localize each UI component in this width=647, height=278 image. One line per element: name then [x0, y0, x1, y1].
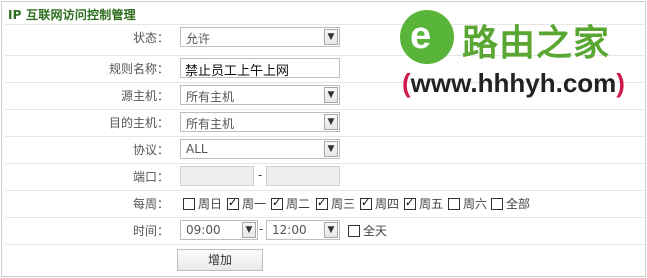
time-separator: - — [259, 222, 264, 236]
dest-host-label: 目的主机： — [108, 116, 169, 130]
watermark-logo: e 路由之家 (www.hhhyh.com) — [400, 10, 645, 105]
weekday-option[interactable]: 周日 — [183, 195, 222, 212]
rule-name-label: 规则名称： — [108, 62, 169, 76]
allday-label: 全天 — [363, 224, 388, 238]
time-start-value: 09:00 — [186, 223, 221, 237]
weekday-label: 周四 — [375, 197, 400, 211]
chevron-down-icon[interactable]: ▼ — [324, 141, 338, 157]
paren-close: ) — [616, 68, 625, 98]
weekday-option[interactable]: 周六 — [448, 195, 487, 212]
chevron-down-icon[interactable]: ▼ — [324, 222, 338, 238]
chevron-down-icon[interactable]: ▼ — [324, 87, 338, 103]
weekday-checkbox[interactable] — [491, 198, 503, 210]
weekday-label: 周日 — [198, 197, 223, 211]
source-host-label: 源主机： — [120, 89, 169, 103]
weekday-option[interactable]: 周一 — [227, 195, 266, 212]
chevron-down-icon[interactable]: ▼ — [242, 222, 256, 238]
time-label: 时间： — [132, 224, 169, 238]
row-protocol: 协议： ALL ▼ — [5, 136, 645, 160]
weekday-label: 周三 — [331, 197, 356, 211]
weekday-checkbox[interactable] — [404, 196, 416, 210]
row-actions: 增加 — [5, 244, 645, 276]
port-label: 端口： — [132, 170, 169, 184]
watermark-url: (www.hhhyh.com) — [402, 68, 625, 99]
dest-host-select[interactable]: 所有主机 ▼ — [180, 112, 340, 132]
week-label: 每周： — [132, 197, 169, 211]
time-end-value: 12:00 — [272, 223, 307, 237]
panel-title: IP 互联网访问控制管理 — [8, 8, 136, 22]
source-host-value: 所有主机 — [186, 90, 235, 104]
row-port: 端口： - — [5, 163, 645, 187]
source-host-select[interactable]: 所有主机 ▼ — [180, 85, 340, 105]
time-end-select[interactable]: 12:00 ▼ — [266, 220, 340, 240]
protocol-value: ALL — [186, 142, 208, 156]
weekday-option[interactable]: 周五 — [404, 195, 443, 212]
weekday-label: 周一 — [242, 197, 267, 211]
watermark-url-text: www.hhhyh.com — [410, 68, 617, 98]
status-select[interactable]: 允许 ▼ — [180, 27, 340, 47]
protocol-label: 协议： — [132, 143, 169, 157]
allday-checkbox[interactable] — [348, 225, 360, 237]
weekday-checkbox[interactable] — [448, 198, 460, 210]
weekday-option[interactable]: 周二 — [271, 195, 310, 212]
weekday-checkbox[interactable] — [227, 196, 239, 210]
rule-name-input[interactable]: 禁止员工上午上网 — [180, 58, 340, 79]
row-time: 时间： 09:00 ▼ - 12:00 ▼ 全天 — [5, 217, 645, 241]
weekday-option[interactable]: 周三 — [316, 195, 355, 212]
weekday-label: 周二 — [286, 197, 311, 211]
allday-option[interactable]: 全天 — [348, 222, 387, 239]
logo-e-icon: e — [400, 10, 454, 64]
weekday-checkbox[interactable] — [360, 196, 372, 210]
weekday-checkbox[interactable] — [183, 198, 195, 210]
row-week: 每周： 周日 周一 周二 周三 周四 周五 周六 全部 — [5, 190, 645, 214]
add-button[interactable]: 增加 — [177, 249, 263, 271]
port-start-input[interactable] — [180, 166, 254, 186]
weekday-label: 全部 — [506, 197, 531, 211]
chevron-down-icon[interactable]: ▼ — [324, 114, 338, 130]
row-dest-host: 目的主机： 所有主机 ▼ — [5, 109, 645, 133]
access-control-panel: IP 互联网访问控制管理 状态： 允许 ▼ 规则名称： 禁止员工上午上网 源主机… — [1, 1, 646, 277]
status-value: 允许 — [186, 32, 211, 46]
chevron-down-icon[interactable]: ▼ — [324, 29, 338, 45]
watermark-name: 路由之家 — [462, 23, 611, 64]
weekday-option[interactable]: 全部 — [491, 195, 530, 212]
logo-e-glyph: e — [410, 15, 432, 57]
dest-host-value: 所有主机 — [186, 117, 235, 131]
port-end-input[interactable] — [266, 166, 340, 186]
weekday-checkbox[interactable] — [271, 196, 283, 210]
port-separator: - — [258, 168, 263, 182]
status-label: 状态： — [132, 31, 169, 45]
weekday-checkbox[interactable] — [316, 196, 328, 210]
weekday-option[interactable]: 周四 — [360, 195, 399, 212]
weekday-label: 周五 — [419, 197, 444, 211]
paren-open: ( — [402, 68, 411, 98]
protocol-select[interactable]: ALL ▼ — [180, 139, 340, 159]
time-start-select[interactable]: 09:00 ▼ — [180, 220, 258, 240]
weekday-label: 周六 — [463, 197, 488, 211]
